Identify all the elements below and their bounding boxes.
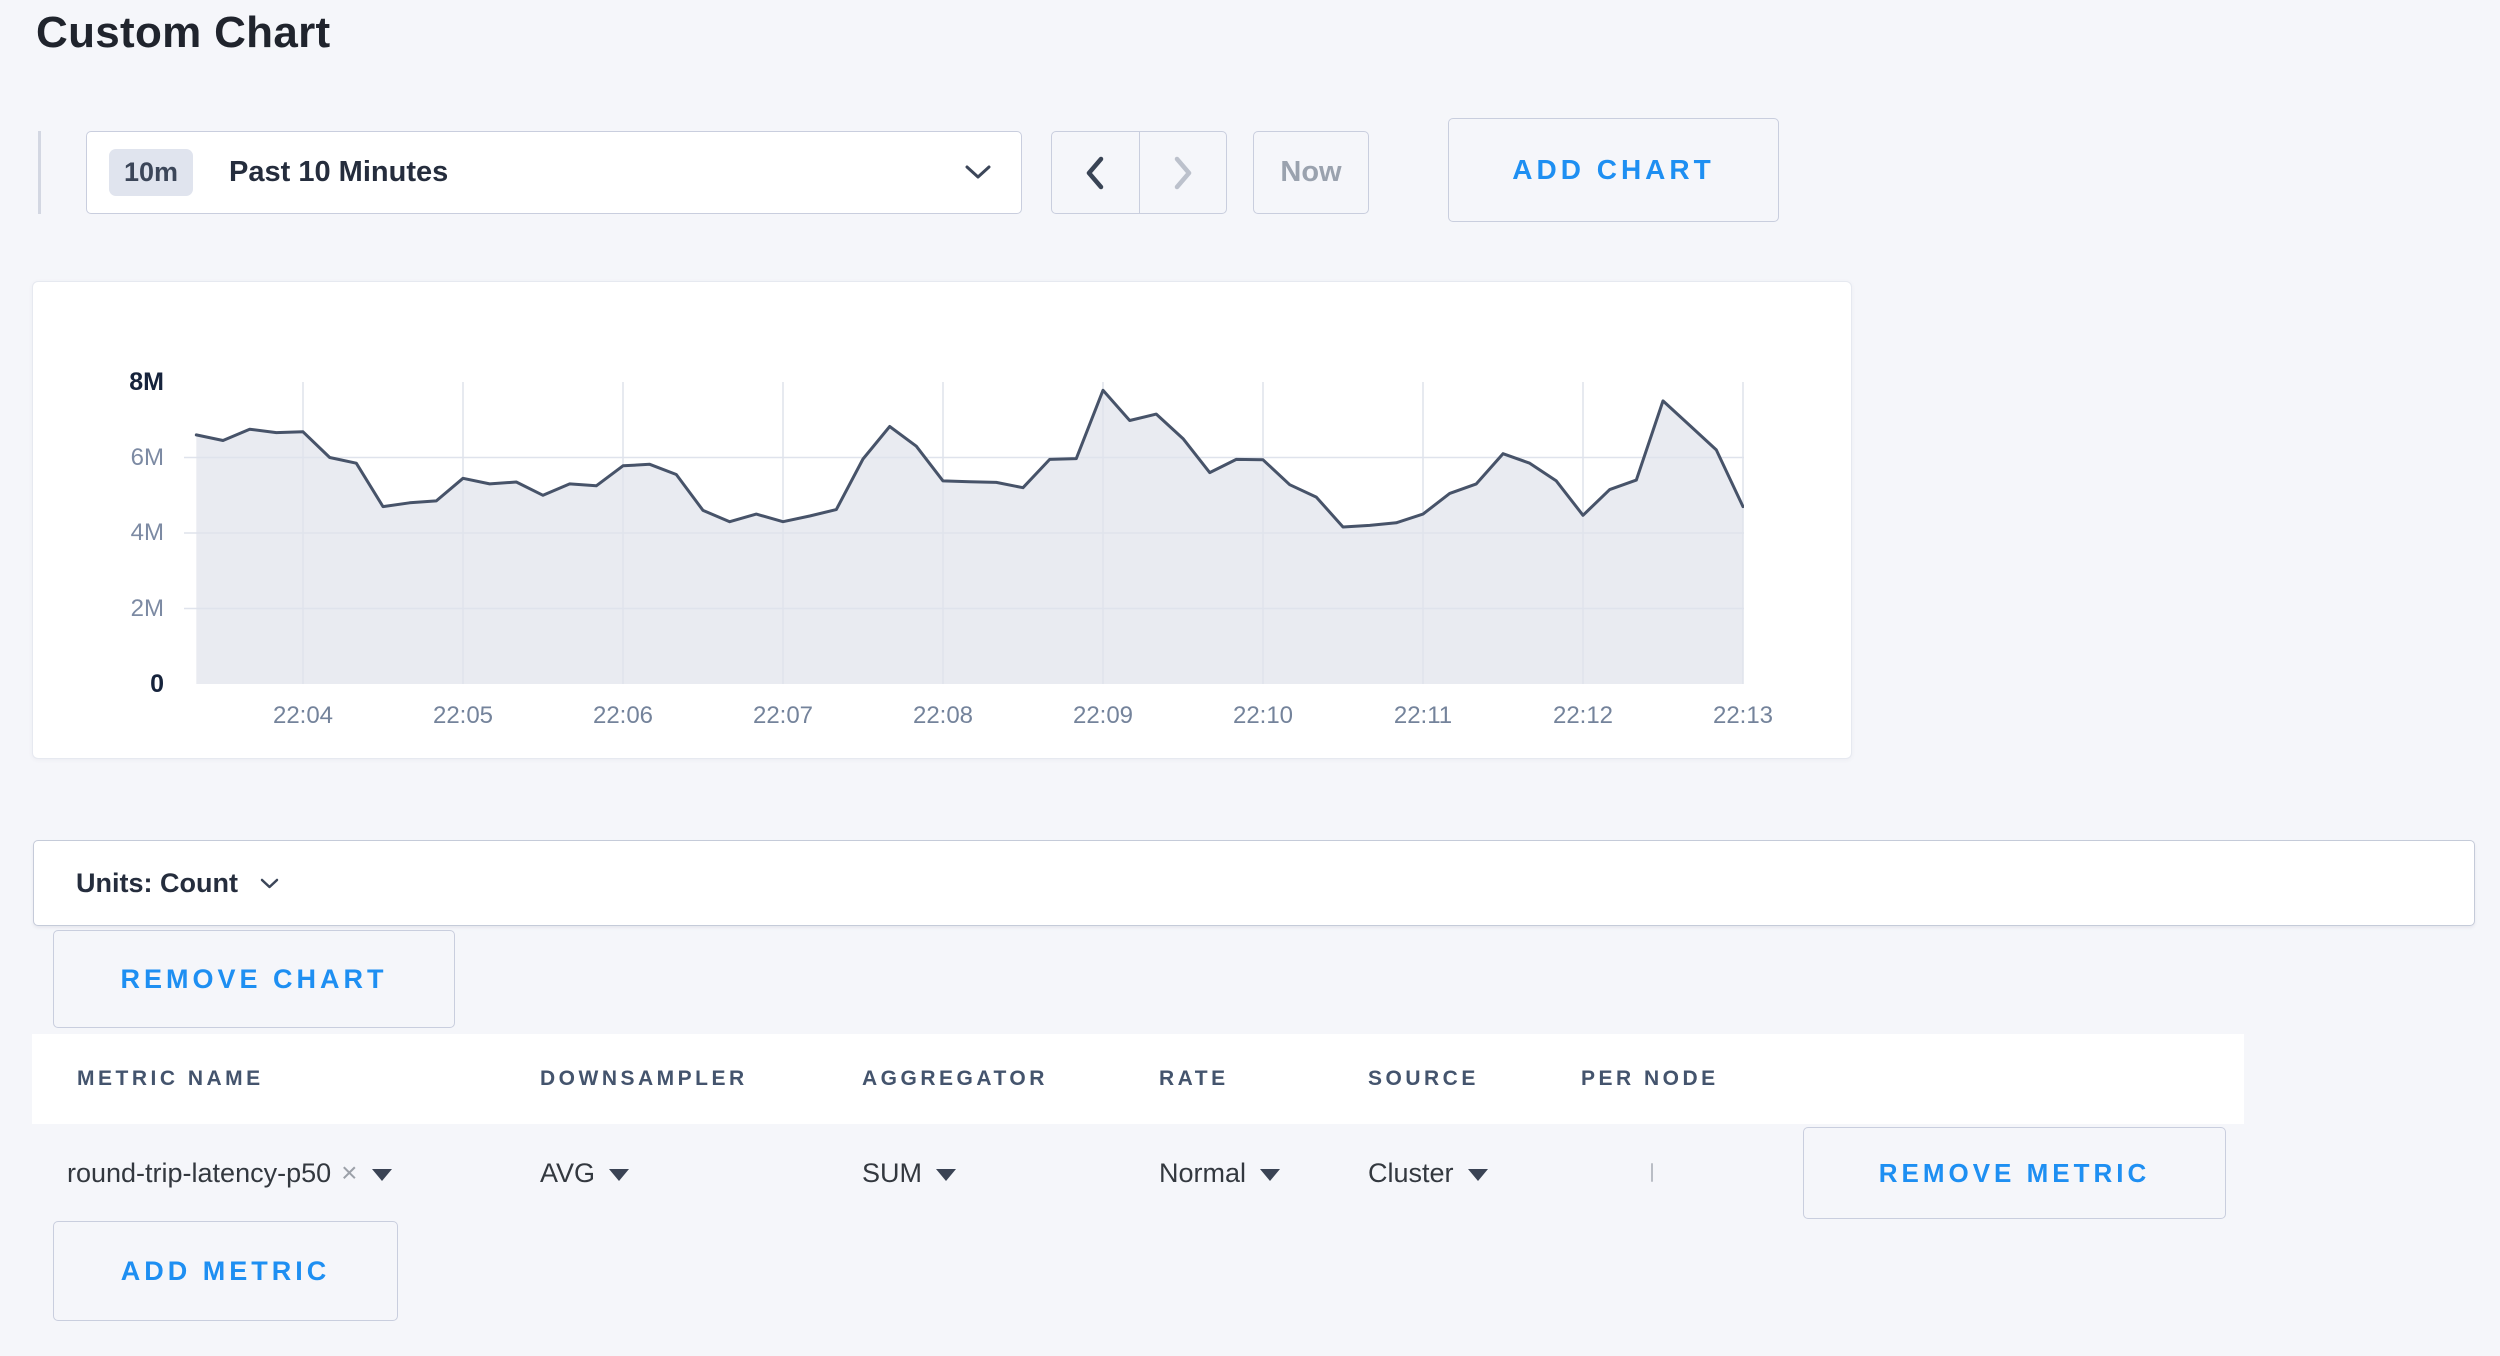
chevron-down-icon bbox=[260, 878, 279, 889]
column-header-aggregator: AGGREGATOR bbox=[862, 1067, 1159, 1091]
x-axis-tick-label: 22:11 bbox=[1353, 702, 1493, 730]
aggregator-value: SUM bbox=[862, 1158, 922, 1189]
metrics-table: METRIC NAME DOWNSAMPLER AGGREGATOR RATE … bbox=[32, 1034, 2244, 1222]
source-dropdown[interactable]: Cluster bbox=[1368, 1158, 1581, 1189]
time-prev-button[interactable] bbox=[1052, 132, 1139, 213]
x-axis-tick-label: 22:10 bbox=[1193, 702, 1333, 730]
add-metric-button[interactable]: ADD METRIC bbox=[53, 1221, 398, 1321]
y-axis-tick-label: 8M bbox=[33, 366, 164, 398]
time-next-button[interactable] bbox=[1139, 132, 1227, 213]
dropdown-caret-icon bbox=[1468, 1169, 1488, 1181]
time-window-dropdown[interactable]: 10m Past 10 Minutes bbox=[86, 131, 1022, 214]
x-axis-tick-label: 22:06 bbox=[553, 702, 693, 730]
y-axis-tick-label: 6M bbox=[33, 442, 164, 474]
per-node-checkbox[interactable] bbox=[1651, 1163, 1653, 1182]
custom-chart-page: Custom Chart 10m Past 10 Minutes Now ADD… bbox=[0, 0, 2500, 1356]
page-title: Custom Chart bbox=[36, 8, 331, 58]
x-axis-tick-label: 22:12 bbox=[1513, 702, 1653, 730]
time-window-label: Past 10 Minutes bbox=[229, 156, 448, 189]
x-axis-tick-label: 22:13 bbox=[1673, 702, 1813, 730]
chevron-down-icon bbox=[965, 165, 991, 180]
dropdown-caret-icon bbox=[1260, 1169, 1280, 1181]
y-axis-tick-label: 4M bbox=[33, 517, 164, 549]
column-header-per-node: PER NODE bbox=[1581, 1067, 1803, 1091]
x-axis-tick-label: 22:09 bbox=[1033, 702, 1173, 730]
y-axis-tick-label: 0 bbox=[33, 668, 164, 700]
time-shift-button-group bbox=[1051, 131, 1227, 214]
rate-dropdown[interactable]: Normal bbox=[1159, 1158, 1368, 1189]
chevron-right-icon bbox=[1172, 155, 1194, 191]
dropdown-caret-icon bbox=[372, 1169, 392, 1181]
remove-metric-button[interactable]: REMOVE METRIC bbox=[1803, 1127, 2226, 1219]
aggregator-dropdown[interactable]: SUM bbox=[862, 1158, 1159, 1189]
timeseries-area-chart bbox=[184, 382, 1744, 684]
y-axis-tick-label: 2M bbox=[33, 593, 164, 625]
rate-value: Normal bbox=[1159, 1158, 1246, 1189]
chart-plot-area[interactable] bbox=[184, 382, 1744, 684]
units-dropdown[interactable]: Units: Count bbox=[33, 840, 2475, 926]
clear-metric-icon[interactable]: × bbox=[341, 1159, 357, 1187]
timeseries-chart-card: 22:04 22:05 22:06 22:07 22:08 22:09 22:10 22:11… bbox=[32, 281, 1852, 759]
now-button[interactable]: Now bbox=[1253, 131, 1369, 214]
remove-chart-button[interactable]: REMOVE CHART bbox=[53, 930, 455, 1028]
toolbar-accent-divider bbox=[38, 131, 41, 214]
dropdown-caret-icon bbox=[609, 1169, 629, 1181]
add-chart-button[interactable]: ADD CHART bbox=[1448, 118, 1779, 222]
x-axis-tick-label: 22:05 bbox=[393, 702, 533, 730]
downsampler-value: AVG bbox=[540, 1158, 595, 1189]
column-header-downsampler: DOWNSAMPLER bbox=[540, 1067, 862, 1091]
column-header-metric-name: METRIC NAME bbox=[77, 1067, 540, 1091]
units-dropdown-label: Units: Count bbox=[76, 868, 238, 899]
chevron-left-icon bbox=[1084, 155, 1106, 191]
metrics-table-header: METRIC NAME DOWNSAMPLER AGGREGATOR RATE … bbox=[32, 1034, 2244, 1124]
column-header-source: SOURCE bbox=[1368, 1067, 1581, 1091]
metric-row: round-trip-latency-p50 × AVG SUM Normal … bbox=[32, 1124, 2244, 1222]
x-axis-tick-label: 22:08 bbox=[873, 702, 1013, 730]
column-header-rate: RATE bbox=[1159, 1067, 1368, 1091]
x-axis-tick-label: 22:07 bbox=[713, 702, 853, 730]
dropdown-caret-icon bbox=[936, 1169, 956, 1181]
source-value: Cluster bbox=[1368, 1158, 1454, 1189]
metric-name-dropdown[interactable]: round-trip-latency-p50 × bbox=[67, 1158, 540, 1189]
x-axis-tick-label: 22:04 bbox=[233, 702, 373, 730]
downsampler-dropdown[interactable]: AVG bbox=[540, 1158, 862, 1189]
time-window-badge: 10m bbox=[109, 149, 193, 196]
metric-name-value: round-trip-latency-p50 bbox=[67, 1158, 331, 1189]
